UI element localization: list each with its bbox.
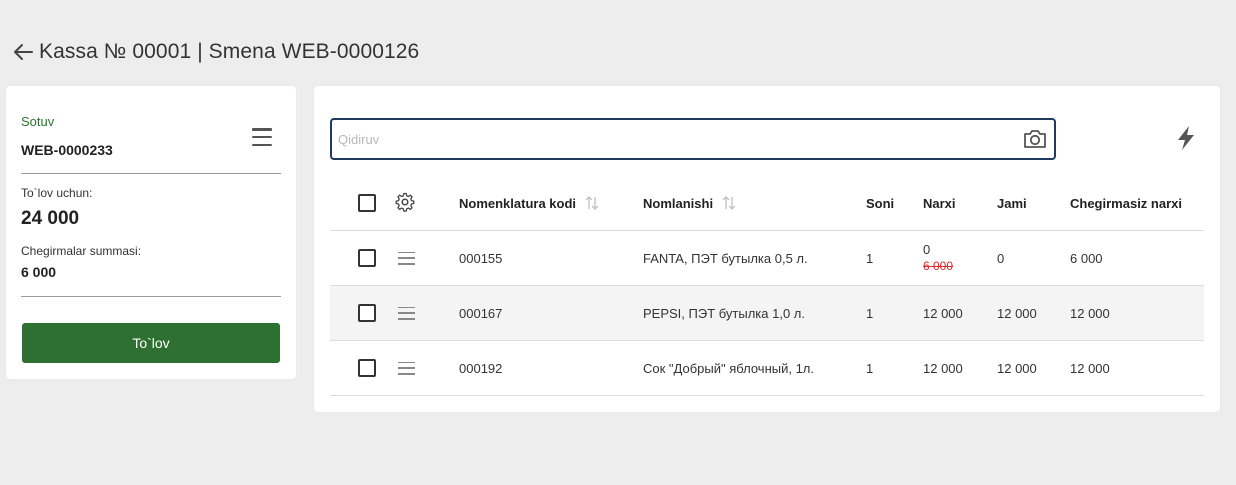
drag-handle-icon[interactable] [398, 361, 415, 375]
column-header-total: Jami [997, 195, 1027, 211]
cell-old-price: 6 000 [923, 259, 954, 273]
select-all-checkbox[interactable] [358, 194, 376, 212]
sort-icon[interactable] [721, 195, 737, 211]
cell-qty: 1 [866, 360, 874, 376]
column-header-nodisc: Chegirmasiz narxi [1070, 195, 1182, 211]
divider [21, 173, 281, 174]
row-checkbox[interactable] [358, 249, 376, 267]
table-row[interactable]: 000155 FANTA, ПЭТ бутылка 0,5 л. 1 0 6 0… [330, 231, 1204, 286]
drag-handle-icon[interactable] [398, 306, 415, 320]
page-header: Kassa № 00001 | Smena WEB-0000126 [12, 38, 419, 66]
cell-nodisc: 6 000 [1070, 250, 1103, 266]
cell-name: Сок "Добрый" яблочный, 1л. [643, 360, 815, 376]
column-header-qty: Soni [866, 195, 895, 211]
to-pay-amount: 24 000 [21, 208, 80, 229]
sale-id: WEB-0000233 [21, 142, 113, 158]
cell-nodisc: 12 000 [1070, 305, 1110, 321]
discount-amount: 6 000 [21, 264, 57, 280]
cell-name: PEPSI, ПЭТ бутылка 1,0 л. [643, 305, 805, 321]
cell-price: 12 000 [923, 305, 963, 321]
sort-icon[interactable] [584, 195, 600, 211]
cell-code: 000167 [459, 305, 503, 321]
items-table: Nomenklatura kodi Nomlanishi Soni Narxi … [330, 176, 1204, 396]
search-input[interactable] [338, 128, 1008, 150]
gear-icon[interactable] [395, 192, 415, 215]
drag-handle-icon[interactable] [398, 251, 415, 265]
cell-price: 12 000 [923, 360, 963, 376]
discount-label: Chegirmalar summasi: [21, 244, 142, 258]
divider [21, 296, 281, 297]
column-header-code[interactable]: Nomenklatura kodi [459, 196, 576, 211]
sale-label: Sotuv [21, 114, 55, 129]
column-header-name[interactable]: Nomlanishi [643, 196, 713, 211]
cell-code: 000155 [459, 250, 503, 266]
lightning-icon[interactable] [1173, 124, 1199, 152]
sale-summary-panel: Sotuv WEB-0000233 To`lov uchun: 24 000 C… [6, 86, 296, 379]
cell-qty: 1 [866, 305, 874, 321]
items-panel: Nomenklatura kodi Nomlanishi Soni Narxi … [314, 86, 1220, 412]
cell-total: 0 [997, 250, 1005, 266]
row-checkbox[interactable] [358, 359, 376, 377]
cell-price: 0 [923, 242, 931, 257]
hamburger-menu-icon[interactable] [250, 126, 274, 148]
column-header-price: Narxi [923, 195, 956, 211]
table-row[interactable]: 000192 Сок "Добрый" яблочный, 1л. 1 12 0… [330, 341, 1204, 396]
search-box [330, 118, 1056, 160]
cell-qty: 1 [866, 250, 874, 266]
arrow-left-icon[interactable] [12, 41, 34, 63]
table-header-row: Nomenklatura kodi Nomlanishi Soni Narxi … [330, 176, 1204, 231]
cell-total: 12 000 [997, 360, 1037, 376]
page-title: Kassa № 00001 | Smena WEB-0000126 [39, 40, 420, 63]
cell-total: 12 000 [997, 305, 1037, 321]
pay-button[interactable]: To`lov [22, 323, 280, 363]
cell-name: FANTA, ПЭТ бутылка 0,5 л. [643, 250, 808, 266]
table-row[interactable]: 000167 PEPSI, ПЭТ бутылка 1,0 л. 1 12 00… [330, 286, 1204, 341]
to-pay-label: To`lov uchun: [21, 186, 93, 200]
cell-code: 000192 [459, 360, 503, 376]
cell-nodisc: 12 000 [1070, 360, 1110, 376]
camera-icon[interactable] [1022, 126, 1048, 152]
row-checkbox[interactable] [358, 304, 376, 322]
